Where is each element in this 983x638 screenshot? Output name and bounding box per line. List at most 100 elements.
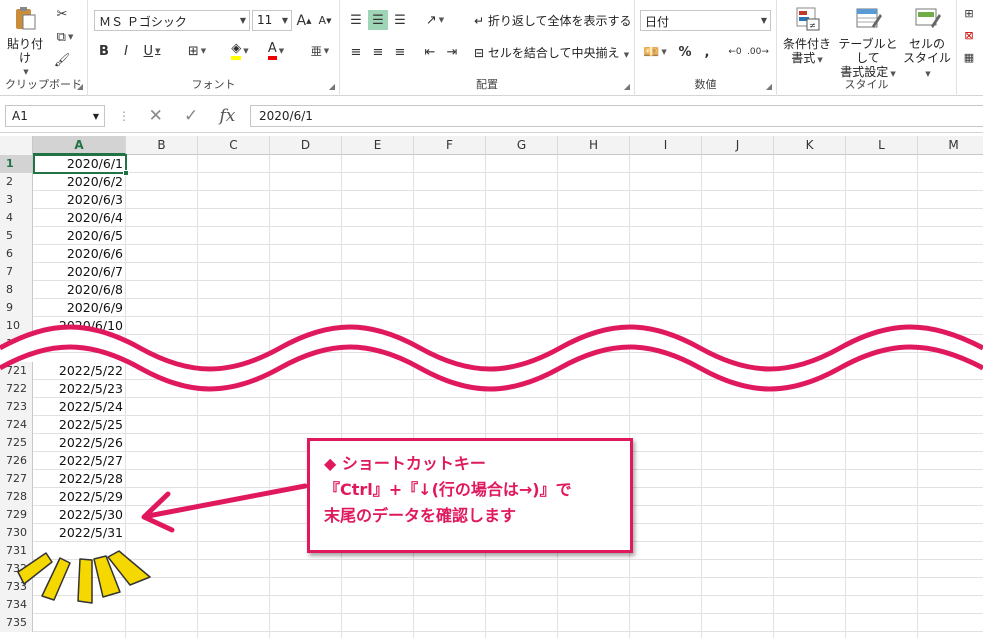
percent-button[interactable]: % (675, 42, 695, 62)
cell-a[interactable]: 2020/6/7 (33, 263, 126, 281)
cell-a[interactable]: 2022/5/24 (33, 398, 126, 416)
cell-a[interactable]: 2022/5/27 (33, 452, 126, 470)
orientation-icon[interactable]: ↗ ▼ (420, 10, 450, 30)
cell-a[interactable]: 2020/6/8 (33, 281, 126, 299)
row-header[interactable]: 722 (0, 380, 33, 398)
paste-button[interactable]: 貼り付け ▼ (4, 4, 46, 79)
number-format-combo[interactable]: 日付 ▼ (640, 10, 771, 31)
column-header-k[interactable]: K (774, 136, 846, 155)
column-header-e[interactable]: E (342, 136, 414, 155)
clipboard-launcher-icon[interactable]: ◢ (77, 82, 83, 91)
cell-a[interactable] (33, 560, 126, 578)
row-header[interactable]: 5 (0, 227, 33, 245)
row-header[interactable]: 1 (0, 155, 33, 173)
column-header-g[interactable]: G (486, 136, 558, 155)
grow-font-button[interactable]: A ▲ (295, 10, 313, 31)
cut-icon[interactable]: ✂ (52, 4, 72, 24)
row-header[interactable]: 11 (0, 335, 33, 353)
align-left-icon[interactable]: ≡ (346, 42, 366, 62)
row-header[interactable]: 729 (0, 506, 33, 524)
cell-a[interactable]: 2020/6/3 (33, 191, 126, 209)
row-header[interactable]: 726 (0, 452, 33, 470)
row-header[interactable]: 725 (0, 434, 33, 452)
align-top-icon[interactable]: ☰ (346, 10, 366, 30)
bold-button[interactable]: B (94, 40, 114, 62)
align-right-icon[interactable]: ≡ (390, 42, 410, 62)
row-header[interactable]: 734 (0, 596, 33, 614)
cell-a[interactable]: 2022/5/25 (33, 416, 126, 434)
italic-button[interactable]: I (116, 40, 136, 62)
column-header-i[interactable]: I (630, 136, 702, 155)
insert-function-button[interactable]: fx (220, 106, 236, 126)
row-header[interactable]: 6 (0, 245, 33, 263)
row-header[interactable]: 7 (0, 263, 33, 281)
cell-a[interactable]: 2020/6/6 (33, 245, 126, 263)
cell-a[interactable]: 2022/5/28 (33, 470, 126, 488)
increase-decimal-icon[interactable]: ←0 (725, 42, 745, 62)
align-middle-icon[interactable]: ☰ (368, 10, 388, 30)
format-as-table-button[interactable]: テーブルとして 書式設定 ▼ (835, 4, 901, 81)
row-header[interactable]: 721 (0, 362, 33, 380)
cell-a[interactable]: 2020/6/9 (33, 299, 126, 317)
row-header[interactable]: 9 (0, 299, 33, 317)
font-size-combo[interactable]: 11 ▼ (252, 10, 292, 31)
number-launcher-icon[interactable]: ◢ (766, 82, 772, 91)
font-name-combo[interactable]: ＭＳ Ｐゴシック ▼ (94, 10, 250, 31)
decrease-indent-icon[interactable]: ⇤ (420, 42, 440, 62)
name-box[interactable]: A1 ▼ (5, 105, 105, 127)
cell-a[interactable]: 2022/5/23 (33, 380, 126, 398)
cell-styles-button[interactable]: セルの スタイル▼ (901, 4, 953, 81)
cell-a[interactable]: 2022/5/29 (33, 488, 126, 506)
shrink-font-button[interactable]: A ▼ (316, 10, 334, 31)
row-header[interactable]: 727 (0, 470, 33, 488)
accounting-format-icon[interactable]: 💴 ▼ (640, 42, 670, 62)
insert-cells-icon[interactable]: ⊞ (961, 4, 977, 22)
fill-handle[interactable] (123, 170, 129, 176)
row-header[interactable]: 730 (0, 524, 33, 542)
row-header[interactable]: 731 (0, 542, 33, 560)
cell-a[interactable]: 2020/6/4 (33, 209, 126, 227)
formula-input[interactable]: 2020/6/1 (250, 105, 983, 127)
delete-cells-icon[interactable]: ⊠ (961, 26, 977, 44)
row-header[interactable]: 735 (0, 614, 33, 632)
cell-a[interactable] (33, 578, 126, 596)
cell-a[interactable]: 2022/5/26 (33, 434, 126, 452)
row-header[interactable]: 2 (0, 173, 33, 191)
font-launcher-icon[interactable]: ◢ (329, 82, 335, 91)
comma-button[interactable]: , (697, 42, 717, 62)
row-header[interactable]: 723 (0, 398, 33, 416)
conditional-formatting-button[interactable]: ≠ 条件付き 書式 ▼ (779, 4, 835, 67)
column-header-h[interactable]: H (558, 136, 630, 155)
cell-a[interactable]: 2022/5/31 (33, 524, 126, 542)
column-header-c[interactable]: C (198, 136, 270, 155)
column-header-j[interactable]: J (702, 136, 774, 155)
cell-a[interactable] (33, 542, 126, 560)
confirm-entry-icon[interactable]: ✓ (184, 106, 198, 126)
row-header[interactable]: 724 (0, 416, 33, 434)
fill-color-button[interactable]: ◈ ▼ (224, 40, 256, 62)
worksheet-grid[interactable]: ABCDEFGHIJKLM 1 2020/6/1 2 2020/6/2 3 2020/6/… (0, 136, 983, 638)
format-cells-icon[interactable]: ▦ (961, 48, 977, 66)
column-header-f[interactable]: F (414, 136, 486, 155)
row-header[interactable]: 733 (0, 578, 33, 596)
merge-center-button[interactable]: ⊟ セルを結合して中央揃え ▼ (474, 44, 629, 61)
align-center-icon[interactable]: ≡ (368, 42, 388, 62)
increase-indent-icon[interactable]: ⇥ (442, 42, 462, 62)
row-header[interactable]: 4 (0, 209, 33, 227)
decrease-decimal-icon[interactable]: .00→ (747, 42, 769, 62)
align-bottom-icon[interactable]: ☰ (390, 10, 410, 30)
column-header-l[interactable]: L (846, 136, 918, 155)
column-header-b[interactable]: B (126, 136, 198, 155)
row-header[interactable]: 8 (0, 281, 33, 299)
cell-a[interactable]: 2020/6/11 (33, 335, 126, 353)
cell-a[interactable] (33, 614, 126, 632)
font-color-button[interactable]: A ▼ (260, 40, 292, 62)
cell-a[interactable]: 2020/6/2 (33, 173, 126, 191)
row-header[interactable]: 10 (0, 317, 33, 335)
cell-a[interactable]: 2022/5/22 (33, 362, 126, 380)
wrap-text-button[interactable]: ↵ 折り返して全体を表示する (474, 12, 632, 29)
row-header[interactable]: 728 (0, 488, 33, 506)
cell-a[interactable]: 2020/6/5 (33, 227, 126, 245)
name-box-dropdown-icon[interactable]: ▼ (93, 112, 99, 121)
underline-button[interactable]: U ▼ (138, 40, 166, 62)
